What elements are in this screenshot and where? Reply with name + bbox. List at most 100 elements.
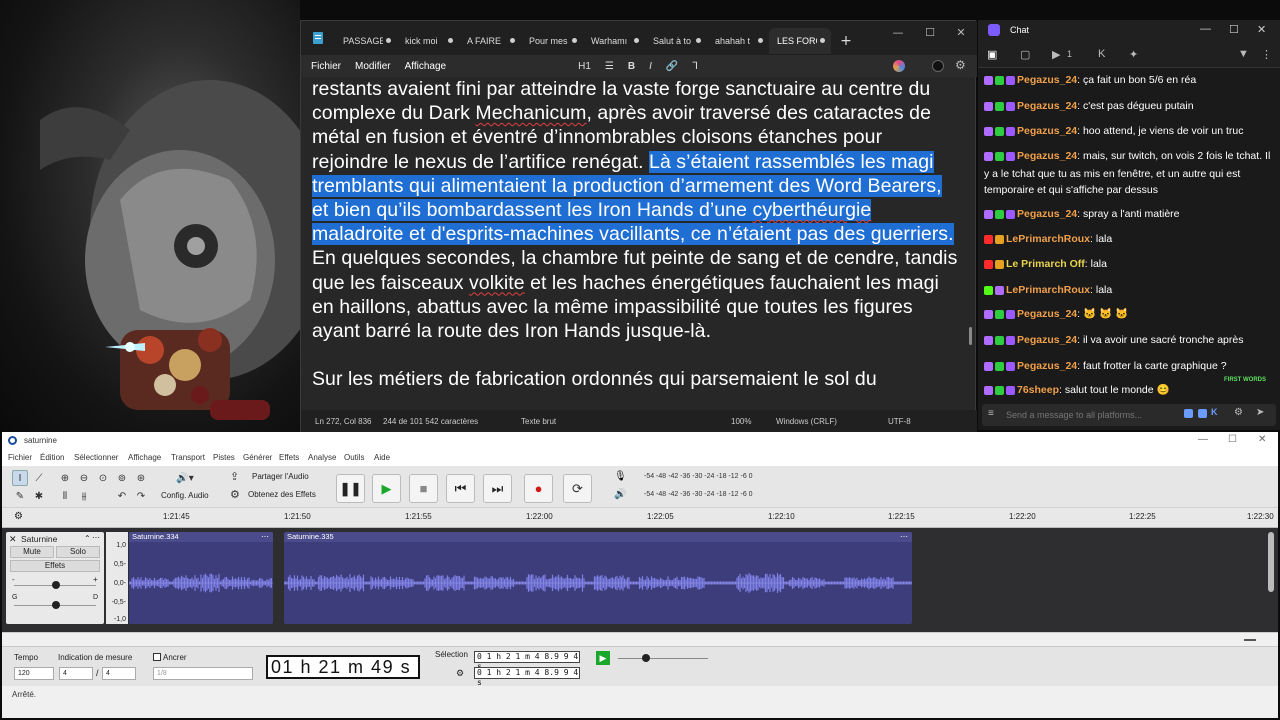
clip-menu-icon[interactable]: ⋯ [900,532,908,542]
measure-denominator[interactable]: 4 [102,667,136,680]
clip-title[interactable]: Saturnine.335 [284,532,912,542]
menu-item[interactable]: Pistes [213,453,235,462]
message-icon[interactable]: ▢ [1020,48,1030,61]
notepad-tab[interactable]: ahahah t [707,28,769,54]
kick-platform-icon[interactable]: K [1211,407,1218,417]
menu-item[interactable]: Fichier [8,453,32,462]
stop-button[interactable]: ■ [409,474,438,503]
selection-start-time[interactable]: 0 1 h 2 1 m 4 8.9 9 4 s [474,651,580,671]
record-button[interactable]: ● [524,474,553,503]
microphone-icon[interactable]: 🎙 [614,471,627,482]
close-icon[interactable]: ✕ [1258,434,1266,445]
pause-button[interactable]: ❚❚ [336,474,365,503]
sparkle-icon[interactable]: ✦ [1129,48,1138,61]
measure-numerator[interactable]: 4 [59,667,93,680]
text-mode[interactable]: Texte brut [521,417,556,426]
redo-icon[interactable]: ↷ [133,488,149,504]
chat-input[interactable] [1006,407,1176,423]
menu-item[interactable]: Sélectionner [74,453,118,462]
maximize-icon[interactable]: ☐ [1229,23,1239,36]
chat-username[interactable]: 76sheep [1017,384,1059,396]
line-ending[interactable]: Windows (CRLF) [776,417,837,426]
menu-item[interactable]: Transport [171,453,205,462]
chat-username[interactable]: Pegazus_24 [1017,150,1077,162]
clip-title[interactable]: Saturnine.334 [129,532,273,542]
audio-config-label[interactable]: Config. Audio [161,491,209,500]
settings-gear-icon[interactable]: ⚙ [955,58,966,72]
share-audio-icon[interactable]: ⇪ [230,470,239,483]
notepad-tab[interactable]: Salut à to [645,28,707,54]
speaker-icon[interactable]: 🔊 [614,489,626,500]
italic-button[interactable]: I [649,61,652,72]
play-at-speed-button[interactable]: ▶ [596,651,610,665]
menu-icon[interactable]: ≡ [988,408,994,419]
new-tab-button[interactable]: + [831,28,861,54]
snap-select[interactable]: 1/8 [153,667,253,680]
menu-item[interactable]: Effets [279,453,299,462]
share-audio-button[interactable]: Partager l'Audio [252,472,309,481]
solo-button[interactable]: Solo [56,546,100,558]
record-meter-scale[interactable]: -54 -48 -42 -36 -30 -24 -18 -12 -6 0 [644,473,753,480]
heading-dropdown[interactable]: H1 [578,61,591,72]
youtube-icon[interactable]: ▶ [1052,48,1060,61]
menu-item[interactable]: Analyse [308,453,336,462]
menu-item[interactable]: Édition [40,453,64,462]
notepad-tab-active[interactable]: LES FORG [769,28,831,54]
bold-button[interactable]: B [628,61,635,72]
scroll-handle[interactable] [1244,639,1256,641]
copilot-icon[interactable] [893,60,905,72]
fit-project-icon[interactable]: ⊚ [114,470,130,486]
menu-item[interactable]: Outils [344,453,364,462]
notepad-editor[interactable]: restants avaient fini par atteindre la v… [301,77,971,407]
chat-username[interactable]: Pegazus_24 [1017,334,1077,346]
clear-format-icon[interactable]: Ꞁ [692,61,698,72]
list-icon[interactable]: ☰ [605,61,614,72]
menu-view[interactable]: Affichage [405,61,447,72]
snap-checkbox[interactable] [153,653,161,661]
effects-button[interactable]: Effets [10,560,100,572]
zoom-out-icon[interactable]: ⊖ [76,470,92,486]
chat-username[interactable]: Pegazus_24 [1017,74,1077,86]
multi-tool-icon[interactable]: ✱ [31,488,47,504]
selection-tool-icon[interactable]: I [12,470,28,486]
notepad-tab[interactable]: Warhamı [583,28,645,54]
notepad-tab[interactable]: Pour mes [521,28,583,54]
chat-username[interactable]: Le Primarch Off [1006,258,1085,270]
effects-icon[interactable]: ⚙ [230,488,240,501]
audio-setup-icon[interactable]: 🔊▾ [172,470,198,486]
clip-menu-icon[interactable]: ⋯ [261,532,269,542]
horizontal-scrollbar[interactable] [2,632,1278,646]
skip-to-end-button[interactable]: ⏭ [483,474,512,503]
chat-username[interactable]: Pegazus_24 [1017,208,1077,220]
timeline-ruler[interactable]: ⚙ 1:21:45 1:21:50 1:21:55 1:22:00 1:22:0… [2,508,1278,528]
encoding[interactable]: UTF-8 [888,417,911,426]
zoom-level[interactable]: 100% [731,417,751,426]
selection-settings-icon[interactable]: ⚙ [456,668,464,679]
menu-file[interactable]: Fichier [311,61,341,72]
collapse-icon[interactable]: ⌃ [84,534,91,543]
audio-clip[interactable]: Saturnine.335 ⋯ [284,532,912,624]
chat-username[interactable]: Pegazus_24 [1017,360,1077,372]
chat-bubbles-icon[interactable]: ▣ [987,48,997,61]
track-close-icon[interactable]: ✕ [9,534,17,545]
track-menu-icon[interactable]: ⋯ [92,533,100,542]
mute-button[interactable]: Mute [10,546,54,558]
notepad-tab[interactable]: PASSAGE [335,28,397,54]
playback-speed-slider[interactable] [618,658,708,659]
close-icon[interactable]: ✕ [1257,23,1266,36]
gain-slider-thumb[interactable] [52,581,60,589]
menu-edit[interactable]: Modifier [355,61,391,72]
trim-icon[interactable]: ⫴ [57,488,73,504]
timeline-settings-icon[interactable]: ⚙ [14,511,23,522]
maximize-icon[interactable]: ☐ [1228,434,1237,445]
skip-to-start-button[interactable]: ⏮ [446,474,475,503]
undo-icon[interactable]: ↶ [114,488,130,504]
tempo-input[interactable]: 120 [14,667,54,680]
track-name[interactable]: Saturnine [21,534,57,544]
account-icon[interactable] [932,60,944,72]
close-icon[interactable]: ✕ [946,21,976,43]
notepad-tab[interactable]: kick moi [397,28,459,54]
pan-slider-thumb[interactable] [52,601,60,609]
twitch-platform-icon[interactable] [1184,409,1193,418]
chat-username[interactable]: Pegazus_24 [1017,125,1077,137]
